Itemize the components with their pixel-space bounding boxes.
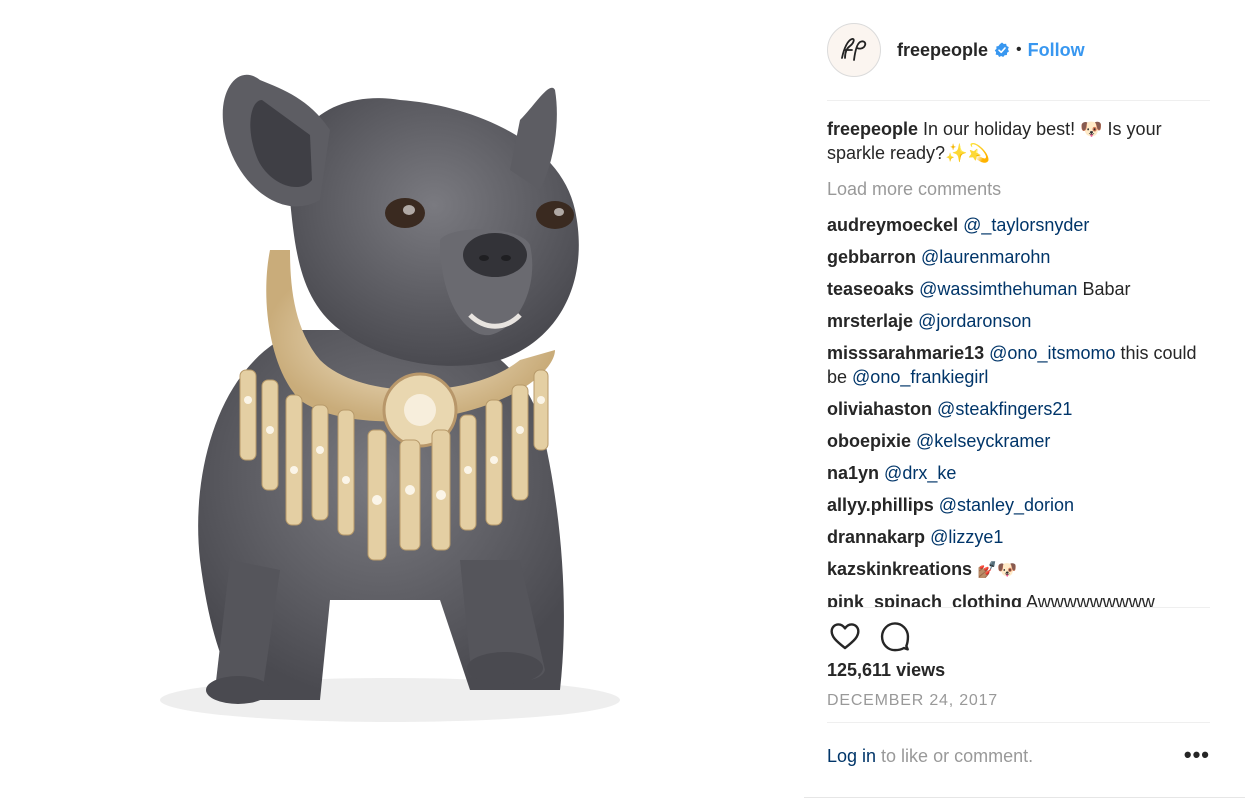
comment-mention[interactable]: @kelseyckramer: [916, 431, 1050, 451]
comment-text: Awwwwwwwww: [1022, 592, 1155, 607]
comment-username[interactable]: oliviahaston: [827, 399, 932, 419]
caption-username[interactable]: freepeople: [827, 119, 918, 139]
comment-username[interactable]: oboepixie: [827, 431, 911, 451]
comment-username[interactable]: allyy.phillips: [827, 495, 934, 515]
bulldog-photo: [160, 74, 620, 722]
like-button[interactable]: [827, 618, 863, 654]
comment-mention[interactable]: @stanley_dorion: [939, 495, 1074, 515]
comment-bubble-icon: [880, 622, 910, 652]
comment-username[interactable]: gebbarron: [827, 247, 916, 267]
comment-mention[interactable]: @jordaronson: [918, 311, 1031, 331]
comment-username[interactable]: mrsterlaje: [827, 311, 913, 331]
comment-mention[interactable]: @ono_itsmomo: [989, 343, 1115, 363]
comment-mention[interactable]: @lizzye1: [930, 527, 1003, 547]
view-count[interactable]: 125,611 views: [827, 660, 945, 681]
more-options-icon[interactable]: •••: [1184, 742, 1210, 768]
follow-button[interactable]: Follow: [1028, 40, 1085, 61]
comment-item: teaseoaks @wassimthehuman Babar: [827, 277, 1210, 301]
freepeople-logo-icon: [841, 37, 867, 61]
comment-button[interactable]: [877, 618, 913, 654]
header-username[interactable]: freepeople: [897, 40, 988, 61]
divider: [827, 722, 1210, 723]
comment-item: na1yn @drx_ke: [827, 461, 1210, 485]
comment-item: oliviahaston @steakfingers21: [827, 397, 1210, 421]
action-bar: [827, 618, 927, 654]
divider: [827, 100, 1210, 101]
heart-icon: [830, 623, 860, 650]
comment-username[interactable]: na1yn: [827, 463, 879, 483]
comment-item: gebbarron @laurenmarohn: [827, 245, 1210, 269]
comment-username[interactable]: teaseoaks: [827, 279, 914, 299]
comment-item: pink_spinach_clothing Awwwwwwwww: [827, 590, 1210, 607]
post-details-panel: freepeople • Follow freepeople In our ho…: [804, 0, 1245, 798]
comment-text: 💅🏽🐶: [977, 560, 1017, 579]
post-date[interactable]: DECEMBER 24, 2017: [827, 692, 998, 710]
comment-username[interactable]: audreymoeckel: [827, 215, 958, 235]
comment-item: oboepixie @kelseyckramer: [827, 429, 1210, 453]
comment-item: audreymoeckel @_taylorsnyder: [827, 213, 1210, 237]
verified-badge-icon: [994, 42, 1010, 57]
comment-username[interactable]: kazskinkreations: [827, 559, 972, 579]
comment-item: allyy.phillips @stanley_dorion: [827, 493, 1210, 517]
comment-item: misssarahmarie13 @ono_itsmomo this could…: [827, 341, 1210, 389]
divider: [827, 607, 1210, 608]
login-prompt-text: to like or comment.: [876, 746, 1034, 766]
post-header: freepeople • Follow: [827, 22, 1210, 78]
comment-item: drannakarp @lizzye1: [827, 525, 1210, 549]
separator-dot: •: [1016, 41, 1022, 58]
comment-mention[interactable]: @laurenmarohn: [921, 247, 1050, 267]
post-image[interactable]: [0, 0, 804, 798]
comment-item: kazskinkreations 💅🏽🐶: [827, 557, 1210, 582]
comment-text: Babar: [1077, 279, 1131, 299]
comment-mention[interactable]: @ono_frankiegirl: [852, 367, 988, 387]
comment-username[interactable]: misssarahmarie13: [827, 343, 984, 363]
comment-mention[interactable]: @steakfingers21: [937, 399, 1072, 419]
comment-mention[interactable]: @_taylorsnyder: [963, 215, 1089, 235]
post-caption: freepeople In our holiday best! 🐶 Is you…: [827, 117, 1210, 165]
comment-item: mrsterlaje @jordaronson: [827, 309, 1210, 333]
comment-username[interactable]: drannakarp: [827, 527, 925, 547]
login-prompt: Log in to like or comment. •••: [827, 742, 1210, 767]
avatar[interactable]: [827, 23, 881, 77]
comment-username[interactable]: pink_spinach_clothing: [827, 592, 1022, 607]
instagram-post: freepeople • Follow freepeople In our ho…: [0, 0, 1245, 798]
comment-mention[interactable]: @drx_ke: [884, 463, 956, 483]
login-link[interactable]: Log in: [827, 746, 876, 766]
load-more-comments-button[interactable]: Load more comments: [827, 177, 1210, 201]
comments-list[interactable]: freepeople In our holiday best! 🐶 Is you…: [827, 117, 1210, 607]
comment-mention[interactable]: @wassimthehuman: [919, 279, 1077, 299]
